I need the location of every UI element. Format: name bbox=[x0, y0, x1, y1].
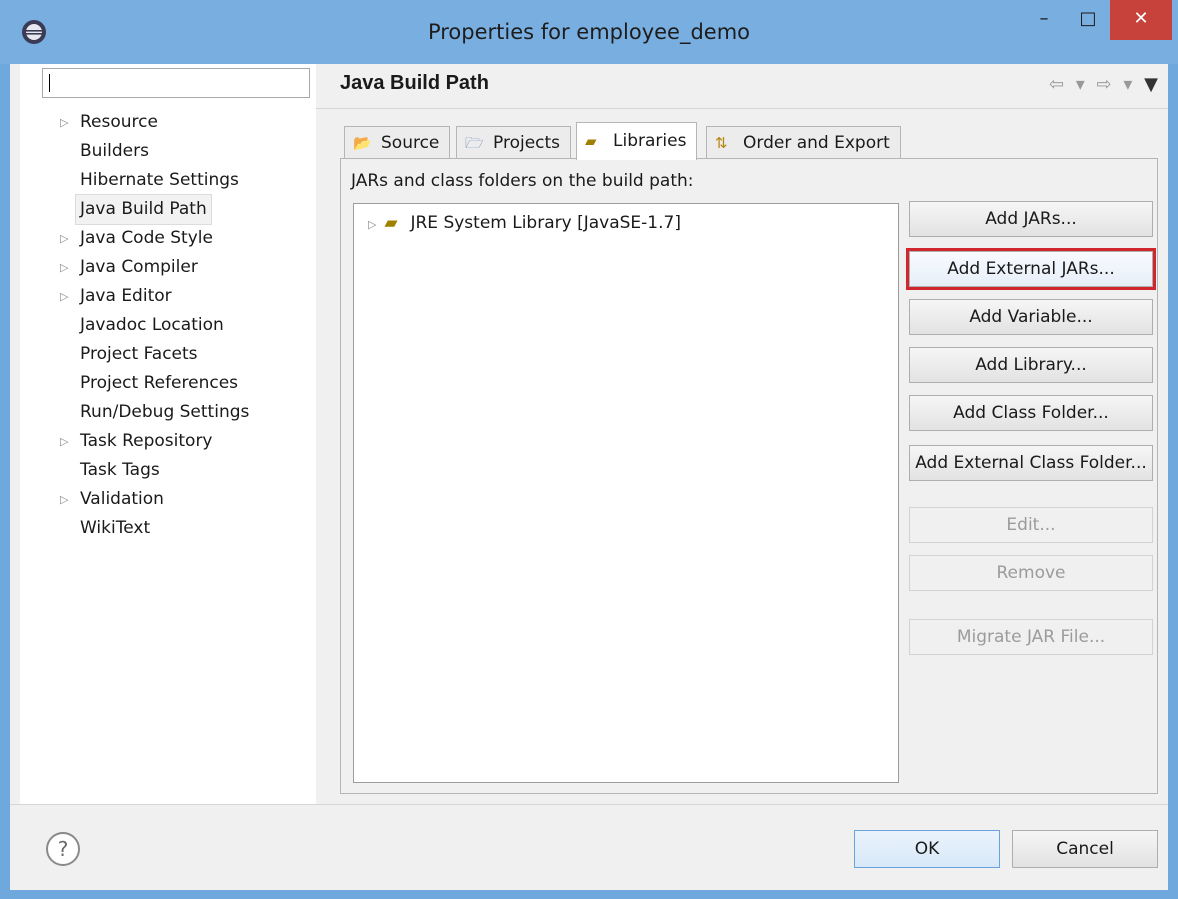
sidebar-item-label: Validation bbox=[80, 489, 164, 509]
header-divider bbox=[316, 108, 1168, 109]
sidebar-item-resource[interactable]: ▷ Resource bbox=[20, 108, 320, 137]
help-icon[interactable]: ? bbox=[46, 832, 80, 866]
tab-label: Order and Export bbox=[743, 133, 890, 153]
sidebar-item-label: Project References bbox=[80, 373, 239, 393]
maximize-icon: □ bbox=[1079, 8, 1097, 29]
page-title: Java Build Path bbox=[340, 72, 489, 94]
tab-label: Projects bbox=[493, 133, 561, 153]
back-menu-chevron-icon[interactable]: ▾ bbox=[1076, 74, 1085, 95]
tab-source[interactable]: 📂 Source bbox=[344, 126, 451, 160]
add-jars-button[interactable]: Add JARs... bbox=[909, 201, 1153, 237]
jre-library-icon: ▰ bbox=[384, 213, 398, 233]
sidebar-item-task-tags[interactable]: Task Tags bbox=[20, 456, 320, 485]
minimize-button[interactable]: – bbox=[1022, 0, 1066, 40]
expand-arrow-icon[interactable]: ▷ bbox=[60, 108, 72, 137]
forward-menu-chevron-icon[interactable]: ▾ bbox=[1123, 74, 1132, 95]
sidebar-item-validation[interactable]: ▷ Validation bbox=[20, 485, 320, 514]
sidebar-item-label: Task Tags bbox=[80, 460, 160, 480]
close-icon: ✕ bbox=[1133, 8, 1149, 29]
sidebar-item-label: Java Code Style bbox=[80, 228, 213, 248]
properties-navigation: ▷ Resource Builders Hibernate Settings Java … bbox=[20, 64, 326, 804]
tab-label: Libraries bbox=[613, 131, 687, 151]
sidebar-item-javadoc-location[interactable]: Javadoc Location bbox=[20, 311, 320, 340]
expand-arrow-icon[interactable]: ▷ bbox=[60, 282, 72, 311]
footer-divider bbox=[10, 804, 1168, 805]
back-arrow-icon[interactable]: ⇦ bbox=[1049, 74, 1064, 95]
add-external-class-folder-button[interactable]: Add External Class Folder... bbox=[909, 445, 1153, 481]
sidebar-item-label: Builders bbox=[80, 141, 149, 161]
view-menu-icon[interactable]: ▼ bbox=[1144, 74, 1158, 95]
sidebar-item-label: Project Facets bbox=[80, 344, 198, 364]
tab-libraries[interactable]: ▰ Libraries bbox=[576, 122, 698, 160]
filter-input[interactable] bbox=[42, 68, 310, 98]
add-class-folder-button[interactable]: Add Class Folder... bbox=[909, 395, 1153, 431]
sidebar-item-java-code-style[interactable]: ▷ Java Code Style bbox=[20, 224, 320, 253]
sidebar-item-label: Javadoc Location bbox=[80, 315, 224, 335]
order-export-icon: ⇅ bbox=[715, 134, 728, 152]
expand-arrow-icon[interactable]: ▷ bbox=[60, 253, 72, 282]
page-navigation: ⇦ ▾ ⇨ ▾ ▼ bbox=[1043, 74, 1158, 95]
sidebar-item-label: Java Build Path bbox=[75, 194, 212, 225]
add-external-jars-button[interactable]: Add External JARs... bbox=[906, 248, 1156, 290]
sidebar-item-wikitext[interactable]: WikiText bbox=[20, 514, 320, 543]
migrate-jar-file-button: Migrate JAR File... bbox=[909, 619, 1153, 655]
add-variable-button[interactable]: Add Variable... bbox=[909, 299, 1153, 335]
forward-arrow-icon[interactable]: ⇨ bbox=[1097, 74, 1112, 95]
ok-button[interactable]: OK bbox=[854, 830, 1000, 868]
maximize-button[interactable]: □ bbox=[1066, 0, 1110, 40]
sidebar-item-label: WikiText bbox=[80, 518, 151, 538]
close-button[interactable]: ✕ bbox=[1110, 0, 1172, 40]
tab-label: Source bbox=[381, 133, 440, 153]
sidebar-item-java-build-path[interactable]: Java Build Path bbox=[20, 194, 320, 225]
edit-button: Edit... bbox=[909, 507, 1153, 543]
sidebar-item-label: Java Editor bbox=[80, 286, 172, 306]
tab-projects[interactable]: 🗁 Projects bbox=[456, 126, 572, 160]
sidebar-item-java-compiler[interactable]: ▷ Java Compiler bbox=[20, 253, 320, 282]
sidebar-item-builders[interactable]: Builders bbox=[20, 137, 320, 166]
expand-arrow-icon[interactable]: ▷ bbox=[60, 224, 72, 253]
title-bar[interactable]: Properties for employee_demo – □ ✕ bbox=[0, 0, 1178, 64]
cancel-button[interactable]: Cancel bbox=[1012, 830, 1158, 868]
sidebar-item-hibernate-settings[interactable]: Hibernate Settings bbox=[20, 166, 320, 195]
remove-button: Remove bbox=[909, 555, 1153, 591]
tab-order-and-export[interactable]: ⇅ Order and Export bbox=[706, 126, 901, 160]
libraries-tab-panel: JARs and class folders on the build path… bbox=[340, 158, 1158, 794]
projects-folder-icon: 🗁 bbox=[465, 134, 484, 152]
add-library-button[interactable]: Add Library... bbox=[909, 347, 1153, 383]
properties-dialog: Properties for employee_demo – □ ✕ ▷ Reso… bbox=[0, 0, 1178, 899]
sidebar-item-label: Hibernate Settings bbox=[80, 170, 239, 190]
property-page: Java Build Path ⇦ ▾ ⇨ ▾ ▼ 📂 Source 🗁 Projec… bbox=[316, 64, 1168, 804]
sidebar-item-project-references[interactable]: Project References bbox=[20, 369, 320, 398]
library-icon: ▰ bbox=[585, 132, 597, 150]
sidebar-item-label: Java Compiler bbox=[80, 257, 198, 277]
expand-arrow-icon[interactable]: ▷ bbox=[60, 427, 72, 456]
source-folder-icon: 📂 bbox=[353, 134, 372, 152]
sidebar-item-run-debug-settings[interactable]: Run/Debug Settings bbox=[20, 398, 320, 427]
section-label: JARs and class folders on the build path… bbox=[351, 171, 694, 191]
sidebar-item-label: Resource bbox=[80, 112, 158, 132]
sidebar-item-project-facets[interactable]: Project Facets bbox=[20, 340, 320, 369]
sidebar-item-task-repository[interactable]: ▷ Task Repository bbox=[20, 427, 320, 456]
library-entry-label: JRE System Library [JavaSE-1.7] bbox=[410, 213, 681, 233]
build-path-entries-tree[interactable]: ▷ ▰ JRE System Library [JavaSE-1.7] bbox=[353, 203, 899, 783]
library-entry[interactable]: ▷ ▰ JRE System Library [JavaSE-1.7] bbox=[368, 210, 681, 236]
sidebar-item-label: Task Repository bbox=[80, 431, 213, 451]
window-title: Properties for employee_demo bbox=[427, 20, 751, 44]
minimize-icon: – bbox=[1039, 8, 1049, 29]
text-caret bbox=[49, 74, 50, 92]
sidebar-item-label: Run/Debug Settings bbox=[80, 402, 250, 422]
expand-arrow-icon[interactable]: ▷ bbox=[368, 218, 376, 231]
sidebar-item-java-editor[interactable]: ▷ Java Editor bbox=[20, 282, 320, 311]
expand-arrow-icon[interactable]: ▷ bbox=[60, 485, 72, 514]
dialog-body: ▷ Resource Builders Hibernate Settings Java … bbox=[10, 64, 1168, 890]
